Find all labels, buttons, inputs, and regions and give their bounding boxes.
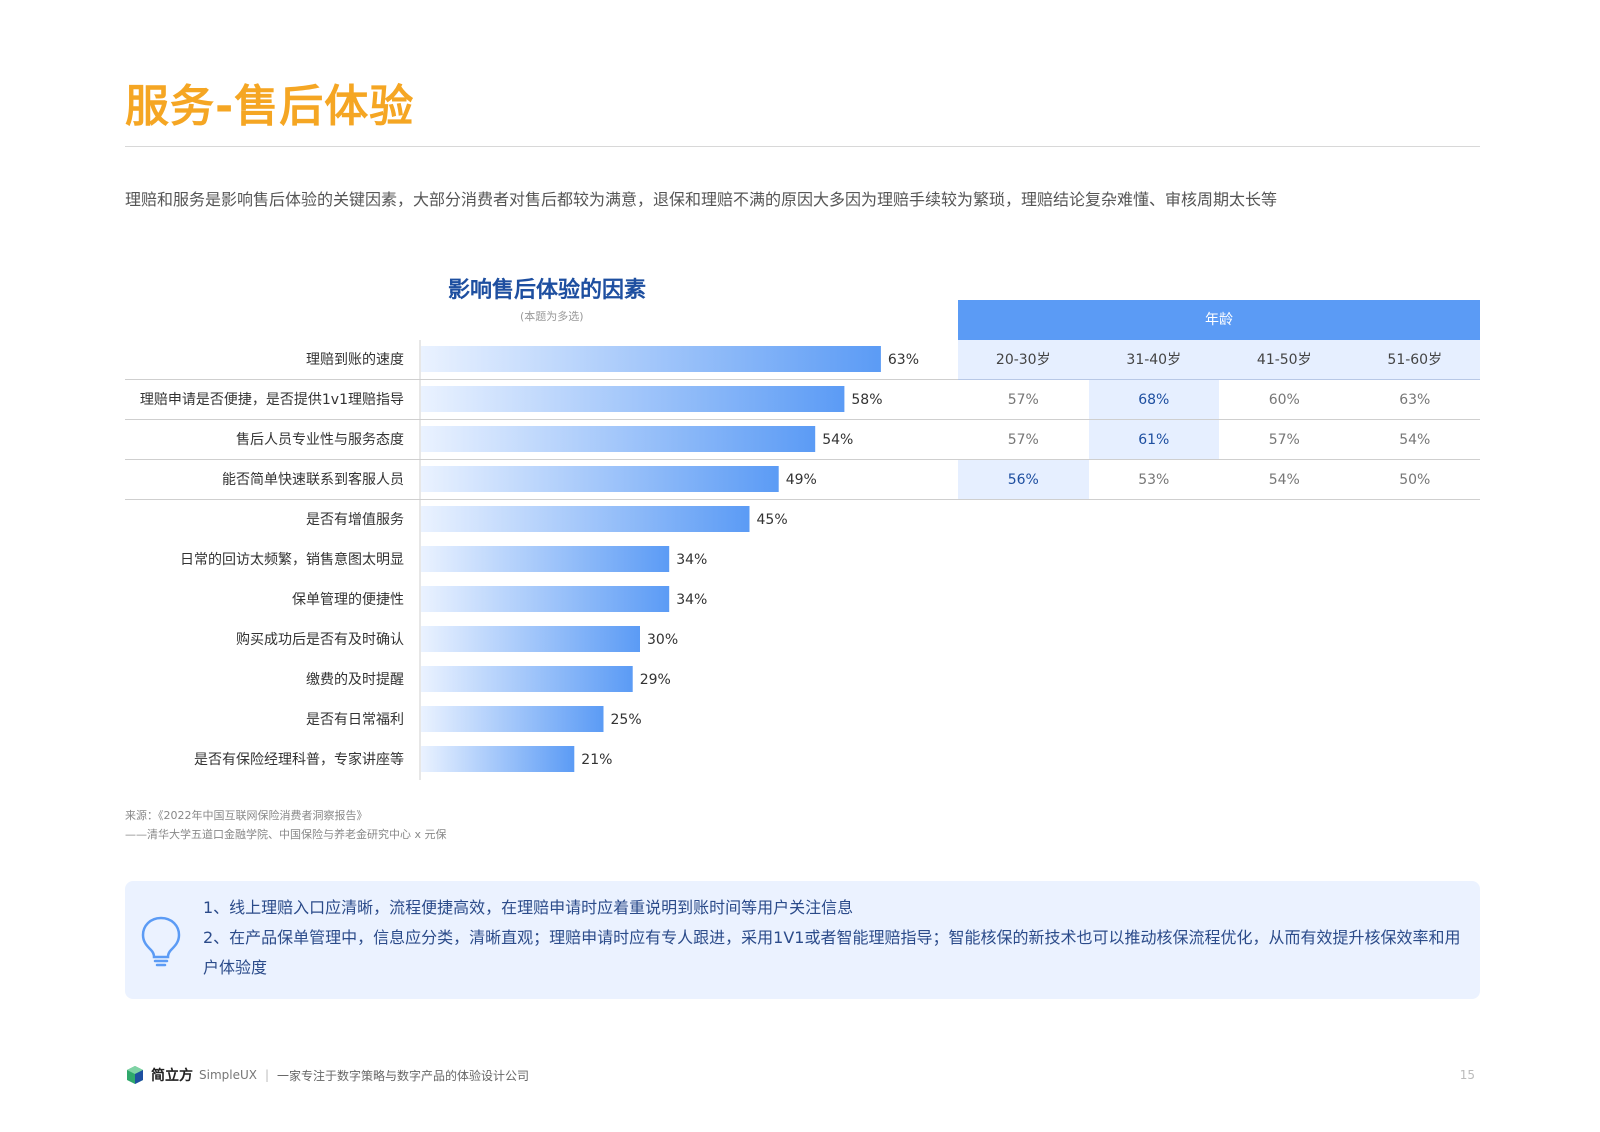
factor-bar [421,386,845,412]
factor-value-label: 49% [786,472,817,488]
factor-label: 售后人员专业性与服务态度 [236,432,404,448]
factor-value-label: 29% [640,672,671,688]
factor-value-label: 21% [581,752,612,768]
factor-bar [421,666,633,692]
age-cell-highlight: 68% [1088,380,1219,419]
factor-label: 能否简单快速联系到客服人员 [222,471,404,488]
brand-name: 简立方 [151,1068,193,1084]
factor-bar [421,746,575,772]
factor-label: 日常的回访太频繁，销售意图太明显 [180,551,404,568]
factor-label: 缴费的及时提醒 [306,672,404,688]
lightbulb-icon [141,916,181,967]
age-cell: 57% [1268,432,1300,448]
age-cell: 54% [1268,472,1300,488]
page-number: 15 [1459,1068,1475,1082]
age-table-columns: 20-30岁 31-40岁 41-50岁 51-60岁 [958,340,1480,380]
age-table-row: 57% 61% 57% 54% [958,420,1480,460]
factor-value-label: 58% [851,392,882,408]
age-column-label: 41-50岁 [1256,352,1312,368]
age-column-label: 31-40岁 [1126,352,1182,368]
footer: 简立方 SimpleUX | 一家专注于数字策略与数字产品的体验设计公司 [125,1064,529,1086]
age-cell: 60% [1268,392,1300,408]
age-cell-highlight: 61% [1088,420,1219,459]
age-table-row: 57% 68% 60% 63% [958,380,1480,420]
age-cell: 57% [1007,432,1039,448]
factor-label: 是否有增值服务 [306,512,404,528]
age-cell: 54% [1399,432,1431,448]
insight-box: 1、线上理赔入口应清晰，流程便捷高效，在理赔申请时应着重说明到账时间等用户关注信… [125,881,1480,999]
age-cell-highlight: 56% [958,460,1089,499]
age-table-header: 年龄 [958,300,1480,340]
source-line: 来源：《2022年中国互联网保险消费者洞察报告》 [125,809,368,822]
factor-value-label: 54% [822,432,853,448]
age-cell: 63% [1399,392,1431,408]
factor-value-label: 34% [676,592,707,608]
factor-bar [421,586,670,612]
insight-line: 2、在产品保单管理中，信息应分类，清晰直观；理赔申请时应有专人跟进，采用1V1或… [203,928,1461,977]
factor-bar [421,506,750,532]
age-cell: 57% [1007,392,1039,408]
factor-label: 是否有日常福利 [306,712,404,728]
factor-label: 保单管理的便捷性 [292,592,404,608]
factor-label: 是否有保险经理科普，专家讲座等 [194,751,404,768]
factor-bar [421,546,670,572]
factor-bar [421,706,604,732]
brand-name-en: SimpleUX [199,1068,257,1082]
age-cell: 50% [1399,472,1431,488]
factor-value-label: 34% [676,552,707,568]
age-table-row: 56% 53% 54% 50% [958,460,1480,500]
source-note: 来源：《2022年中国互联网保险消费者洞察报告》 ——清华大学五道口金融学院、中… [125,806,447,844]
factor-bar [421,466,779,492]
factor-value-label: 30% [647,632,678,648]
insight-text: 1、线上理赔入口应清晰，流程便捷高效，在理赔申请时应着重说明到账时间等用户关注信… [203,893,1463,983]
factor-bar [421,626,640,652]
age-column-label: 51-60岁 [1387,352,1443,368]
factor-value-label: 45% [757,512,788,528]
source-line: ——清华大学五道口金融学院、中国保险与养老金研究中心 x 元保 [125,828,447,841]
factor-value-label: 63% [888,352,919,368]
insight-line: 1、线上理赔入口应清晰，流程便捷高效，在理赔申请时应着重说明到账时间等用户关注信… [203,898,854,917]
factor-label: 理赔到账的速度 [306,352,404,368]
factor-label: 理赔申请是否便捷，是否提供1v1理赔指导 [140,392,404,408]
age-table: 年龄 20-30岁 31-40岁 41-50岁 51-60岁 57% 68% 6… [958,300,1480,500]
brand-logo-icon [127,1066,143,1084]
factor-label: 购买成功后是否有及时确认 [236,632,404,648]
factor-value-label: 25% [611,712,642,728]
factor-bar [421,346,881,372]
footer-separator: | [264,1068,270,1082]
age-column-label: 20-30岁 [995,352,1051,368]
footer-tagline: 一家专注于数字策略与数字产品的体验设计公司 [277,1068,530,1083]
factor-bar [421,426,816,452]
age-cell: 53% [1138,472,1170,488]
